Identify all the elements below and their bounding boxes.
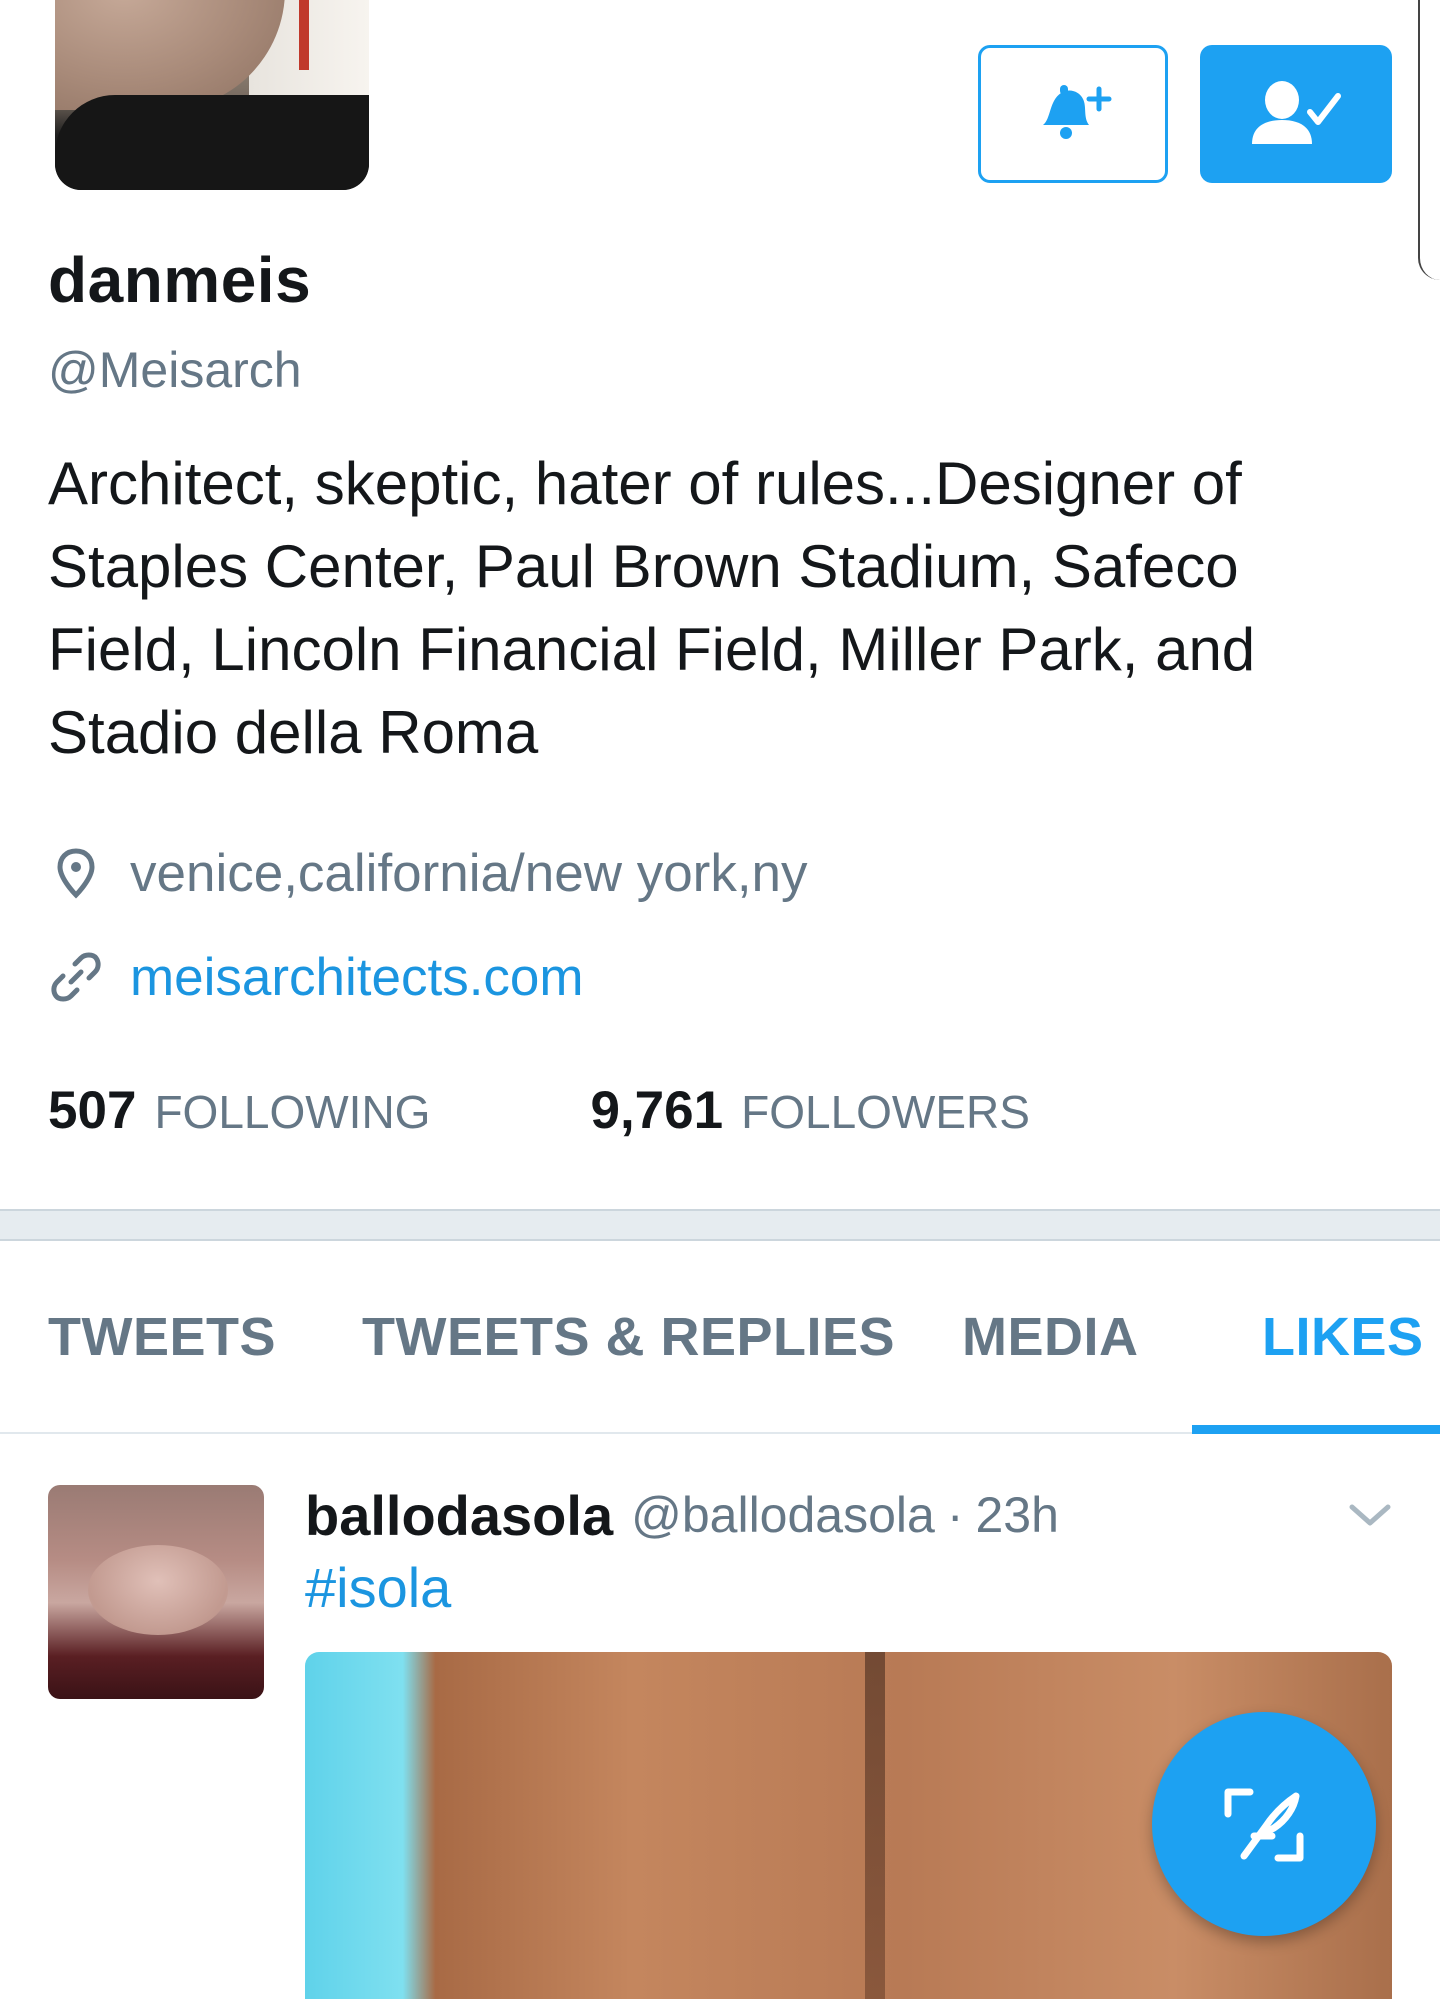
user-check-icon	[1252, 81, 1341, 144]
compose-feather-icon	[1224, 1788, 1304, 1862]
location-pin-icon	[48, 845, 104, 901]
tweet-separator: ·	[946, 1487, 964, 1543]
profile-stats: 507 FOLLOWING 9,761 FOLLOWERS	[48, 1075, 1030, 1145]
section-divider	[0, 1209, 1440, 1241]
profile-website[interactable]: meisarchitects.com	[48, 942, 584, 1012]
tab-media[interactable]: MEDIA	[962, 1241, 1139, 1432]
compose-tweet-button[interactable]	[1152, 1712, 1376, 1936]
tweet-hashtag[interactable]: #isola	[305, 1553, 451, 1623]
tweet-timestamp: 23h	[975, 1487, 1059, 1543]
following-label: FOLLOWING	[154, 1085, 431, 1138]
following-count: 507	[48, 1080, 137, 1140]
website-link[interactable]: meisarchitects.com	[130, 947, 584, 1008]
bell-plus-icon	[1043, 85, 1112, 139]
profile-location: venice,california/new york,ny	[48, 838, 808, 908]
display-name: danmeis	[48, 244, 312, 316]
profile-avatar[interactable]	[55, 0, 369, 190]
followers-count: 9,761	[590, 1080, 724, 1140]
location-text: venice,california/new york,ny	[130, 843, 808, 903]
tweet-author-handle[interactable]: @ballodasola	[631, 1486, 935, 1544]
chevron-down-icon[interactable]	[1345, 1490, 1395, 1540]
following-button[interactable]	[1200, 45, 1392, 183]
screen-edge	[1418, 0, 1440, 280]
tab-likes[interactable]: LIKES	[1262, 1241, 1424, 1432]
tweet-header: ballodasola @ballodasola · 23h	[305, 1475, 1059, 1555]
followers-label: FOLLOWERS	[741, 1085, 1030, 1138]
profile-bio: Architect, skeptic, hater of rules...Des…	[48, 450, 1256, 766]
tweet-author-avatar[interactable]	[48, 1485, 264, 1699]
avatar-background-stripe	[299, 0, 309, 70]
tab-tweets[interactable]: TWEETS	[48, 1241, 276, 1432]
following-stat[interactable]: 507 FOLLOWING	[48, 1080, 430, 1141]
media-shadow-detail	[865, 1652, 885, 1999]
avatar-shirt	[55, 95, 369, 190]
active-tab-indicator	[1192, 1425, 1440, 1434]
tweet-avatar-detail	[88, 1545, 228, 1635]
profile-screen: danmeis @Meisarch Architect, skeptic, ha…	[0, 0, 1440, 1999]
tab-tweets-replies[interactable]: TWEETS & REPLIES	[362, 1241, 895, 1432]
tweet-author-name[interactable]: ballodasola	[305, 1483, 613, 1548]
notifications-button[interactable]	[978, 45, 1168, 183]
link-icon	[48, 949, 104, 1005]
followers-stat[interactable]: 9,761 FOLLOWERS	[590, 1080, 1029, 1141]
profile-tabs: TWEETS TWEETS & REPLIES MEDIA LIKES	[0, 1241, 1440, 1434]
user-handle: @Meisarch	[48, 342, 302, 398]
